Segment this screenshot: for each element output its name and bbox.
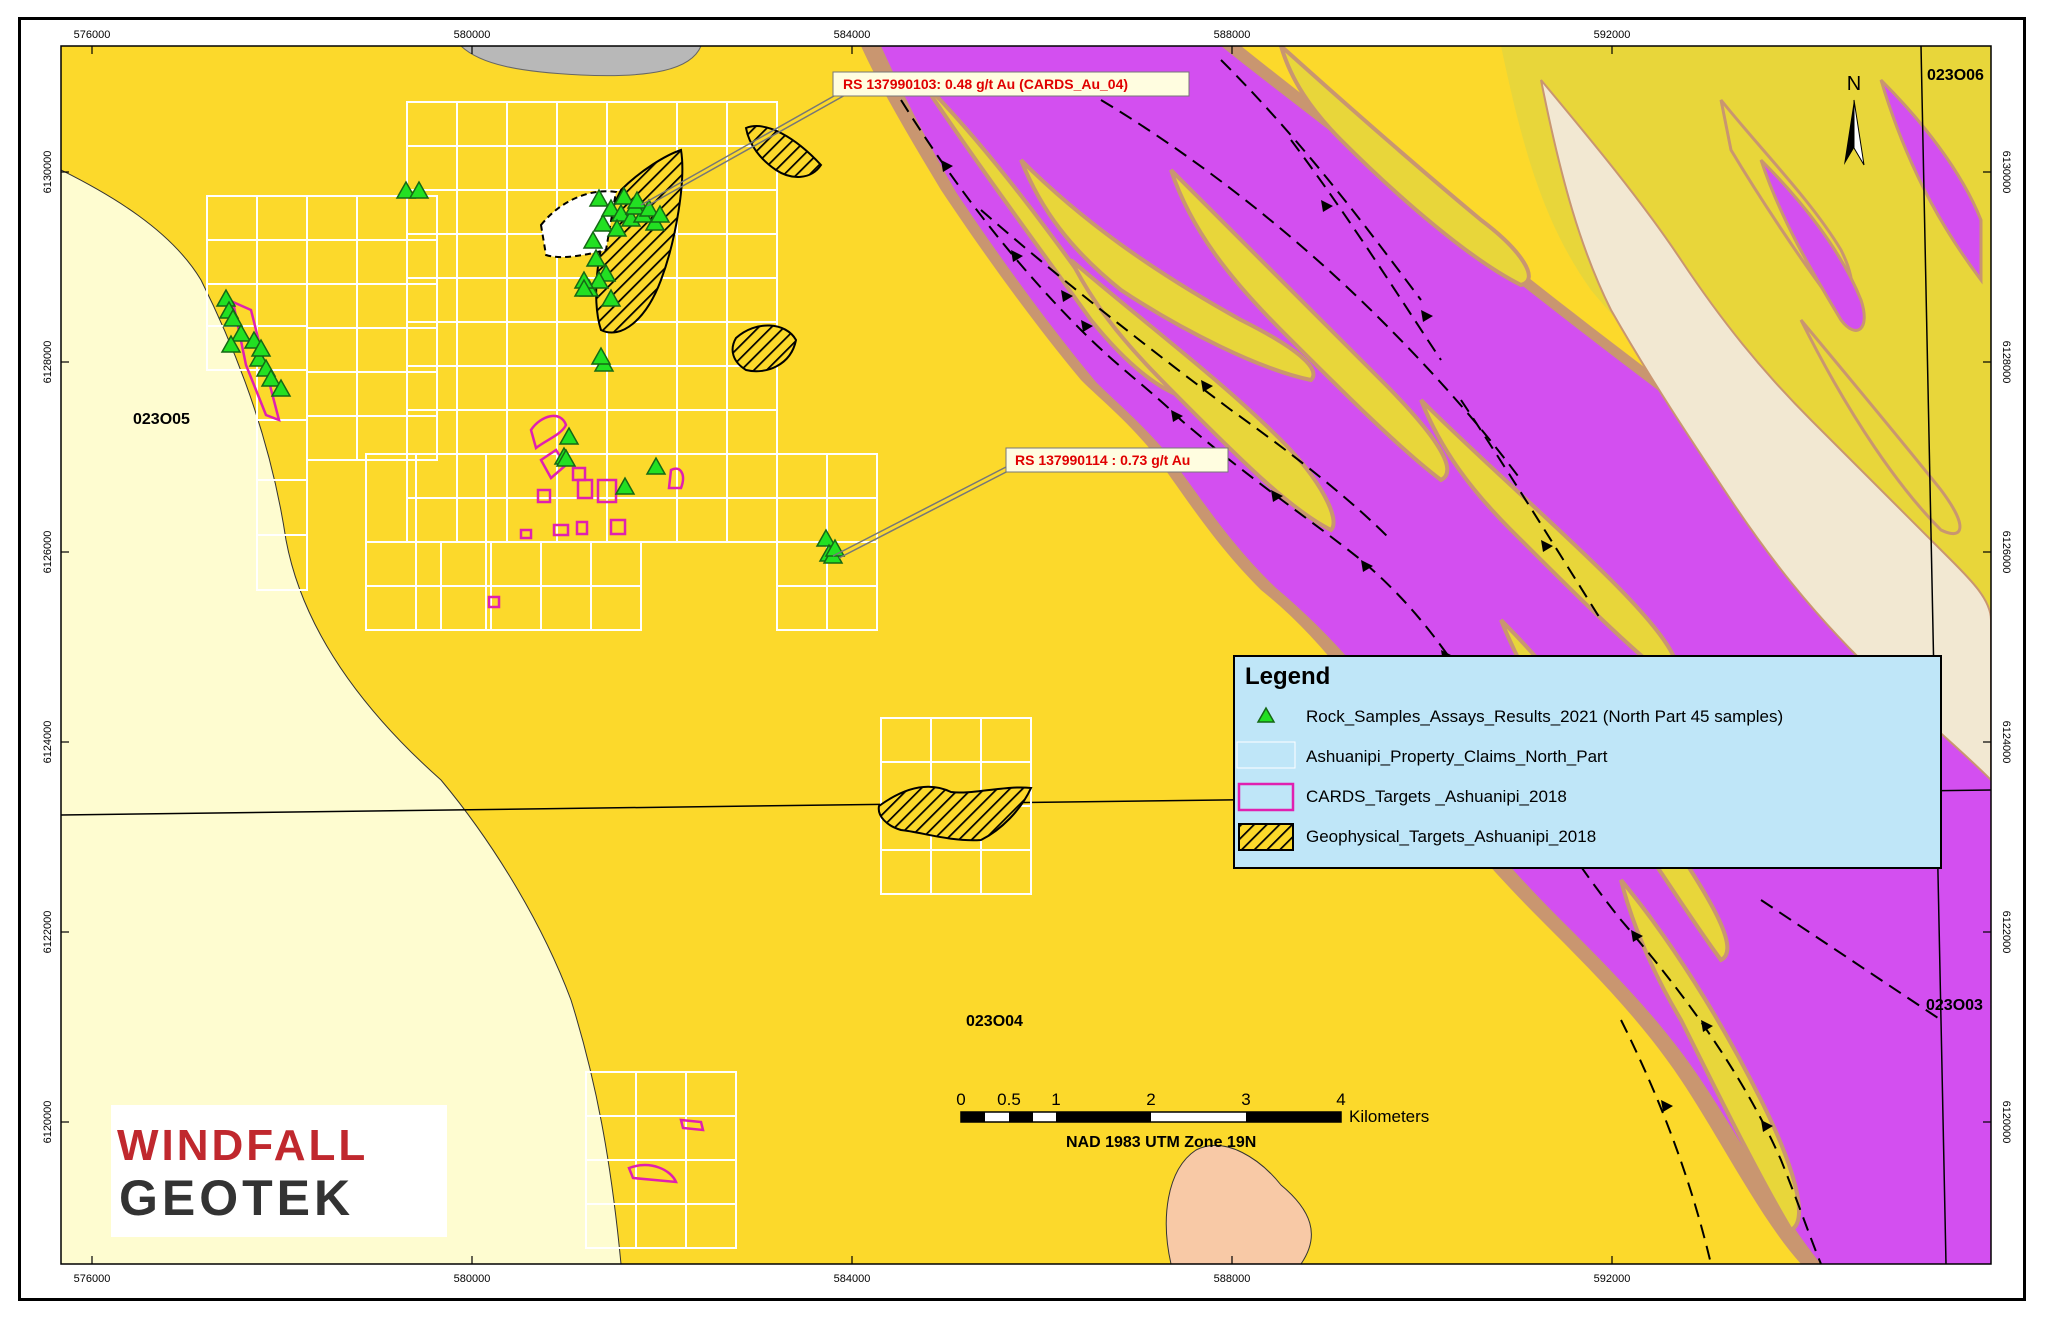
legend-label-samples: Rock_Samples_Assays_Results_2021 (North … <box>1306 707 1783 726</box>
scale-projection: NAD 1983 UTM Zone 19N <box>1066 1134 1256 1151</box>
y-tick-label-right-4: 6122000 <box>2000 911 2012 954</box>
y-tick-label-right-2: 6126000 <box>2000 531 2012 574</box>
x-tick-label-top-3: 588000 <box>1214 29 1251 41</box>
geology-map: 023O05 023O06 023O04 023O03 RS 137990103… <box>42 29 2012 1285</box>
legend-label-cards: CARDS_Targets _Ashuanipi_2018 <box>1306 787 1567 806</box>
callout-2-text: RS 137990114 : 0.73 g/t Au <box>1015 452 1190 468</box>
scale-label-1: 1 <box>1051 1090 1060 1109</box>
map-body: 023O05 023O06 023O04 023O03 RS 137990103… <box>61 46 1991 1264</box>
x-tick-label-top-1: 580000 <box>454 29 491 41</box>
y-tick-label-left-1: 6128000 <box>42 341 54 384</box>
scale-label-0-5: 0.5 <box>997 1090 1021 1109</box>
y-tick-label-right-1: 6128000 <box>2000 341 2012 384</box>
scale-label-4: 4 <box>1336 1090 1345 1109</box>
y-tick-label-left-0: 6130000 <box>42 151 54 194</box>
y-tick-label-right-0: 6130000 <box>2000 151 2012 194</box>
sheet-label-center: 023O04 <box>966 1013 1023 1030</box>
x-tick-label-bottom-1: 580000 <box>454 1273 491 1285</box>
callout-2: RS 137990114 : 0.73 g/t Au <box>1005 447 1229 473</box>
y-tick-label-left-3: 6124000 <box>42 721 54 764</box>
logo-line1: WINDFALL <box>117 1121 368 1170</box>
y-tick-label-left-4: 6122000 <box>42 911 54 954</box>
sheet-label-ne: 023O06 <box>1927 67 1984 84</box>
scale-label-3: 3 <box>1241 1090 1250 1109</box>
y-tick-label-left-5: 6120000 <box>42 1101 54 1144</box>
scale-label-0: 0 <box>956 1090 965 1109</box>
hatch-swatch-icon <box>1238 823 1294 851</box>
x-tick-label-bottom-2: 584000 <box>834 1273 871 1285</box>
y-tick-label-right-3: 6124000 <box>2000 721 2012 764</box>
sheet-label-nw: 023O05 <box>133 411 190 428</box>
legend-item-samples: Rock_Samples_Assays_Results_2021 (North … <box>1256 706 1783 726</box>
scale-unit: Kilometers <box>1349 1107 1429 1126</box>
claims-swatch-icon <box>1236 741 1296 769</box>
y-tick-label-left-2: 6126000 <box>42 531 54 574</box>
sheet-label-se: 023O03 <box>1926 997 1983 1014</box>
x-tick-label-top-0: 576000 <box>74 29 111 41</box>
company-logo: WINDFALL GEOTEK <box>111 1105 447 1237</box>
callout-1: RS 137990103: 0.48 g/t Au (CARDS_Au_04) <box>832 71 1190 97</box>
logo-line2: GEOTEK <box>119 1170 354 1226</box>
x-tick-label-bottom-3: 588000 <box>1214 1273 1251 1285</box>
x-tick-label-bottom-0: 576000 <box>74 1273 111 1285</box>
callout-1-text: RS 137990103: 0.48 g/t Au (CARDS_Au_04) <box>843 76 1128 92</box>
legend-title: Legend <box>1245 663 1330 690</box>
legend-label-geophysical: Geophysical_Targets_Ashuanipi_2018 <box>1306 827 1596 846</box>
north-label: N <box>1847 73 1861 95</box>
x-tick-label-top-4: 592000 <box>1594 29 1631 41</box>
scale-label-2: 2 <box>1146 1090 1155 1109</box>
map-frame: 023O05 023O06 023O04 023O03 RS 137990103… <box>18 17 2026 1301</box>
y-tick-label-right-5: 6120000 <box>2000 1101 2012 1144</box>
x-tick-label-bottom-4: 592000 <box>1594 1273 1631 1285</box>
x-tick-label-top-2: 584000 <box>834 29 871 41</box>
legend-label-claims: Ashuanipi_Property_Claims_North_Part <box>1306 747 1608 766</box>
legend: Legend Rock_Samples_Assays_Results_2021 … <box>1233 655 1942 869</box>
